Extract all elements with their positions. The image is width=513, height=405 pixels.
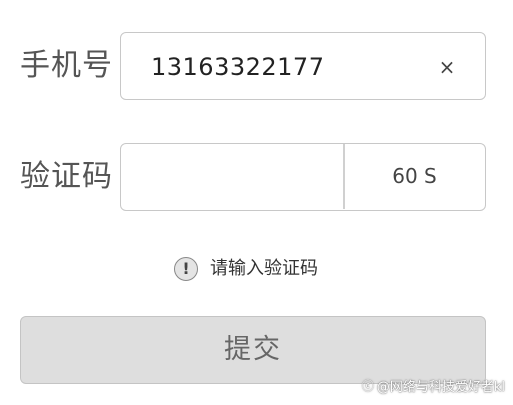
phone-label: 手机号 [20, 48, 113, 83]
validation-hint: ! 请输入验证码 [174, 254, 318, 284]
watermark-icon: ⓒ [361, 379, 374, 393]
phone-field[interactable]: 13163322177 × [120, 32, 486, 100]
code-field: 60 S [120, 143, 486, 211]
phone-value[interactable]: 13163322177 [151, 33, 324, 101]
clear-icon[interactable]: × [435, 55, 459, 79]
code-label: 验证码 [20, 159, 113, 194]
code-input[interactable] [121, 144, 343, 209]
watermark-text: @网络与科技爱好者kl [376, 380, 505, 395]
watermark: ⓒ @网络与科技爱好者kl [362, 376, 505, 395]
hint-text: 请输入验证码 [210, 258, 318, 279]
exclamation-icon: ! [174, 257, 198, 281]
countdown-button[interactable]: 60 S [345, 144, 484, 209]
submit-button[interactable]: 提交 [20, 316, 486, 384]
